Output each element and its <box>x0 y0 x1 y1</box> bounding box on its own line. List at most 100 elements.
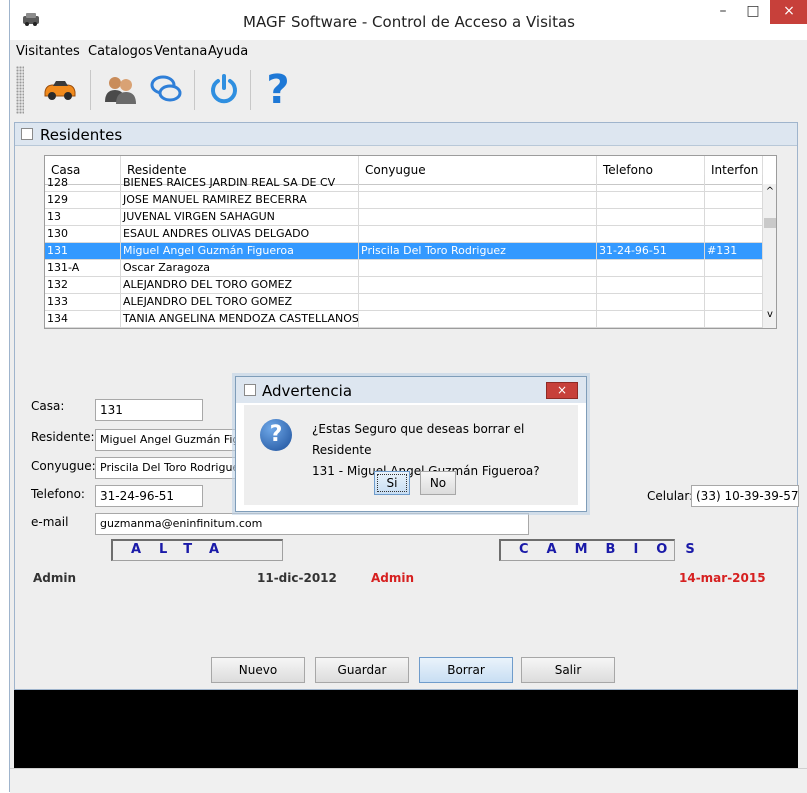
scroll-up-arrow[interactable]: ^ <box>763 184 776 198</box>
table-cell-casa[interactable]: 13 <box>45 209 121 225</box>
table-cell-casa[interactable]: 134 <box>45 311 121 327</box>
table-row[interactable]: 129 JOSE MANUEL RAMIREZ BECERRA <box>45 192 763 209</box>
borrar-button[interactable]: Borrar <box>419 657 513 683</box>
table-row[interactable]: 128 BIENES RAICES JARDIN REAL SA DE CV <box>45 175 763 192</box>
table-cell-casa[interactable]: 129 <box>45 192 121 208</box>
table-cell-interfon[interactable] <box>705 277 763 293</box>
table-cell-telefono[interactable] <box>597 209 705 225</box>
table-row[interactable]: 132 ALEJANDRO DEL TORO GOMEZ <box>45 277 763 294</box>
conyugue-field[interactable]: Priscila Del Toro Rodriguez <box>95 457 255 479</box>
table-row[interactable]: 131 Miguel Angel Guzmán Figueroa Priscila … <box>45 243 763 260</box>
telefono-field[interactable]: 31-24-96-51 <box>95 485 203 507</box>
table-cell-interfon[interactable] <box>705 209 763 225</box>
scroll-down-arrow[interactable]: v <box>763 308 776 322</box>
table-cell-interfon[interactable] <box>705 226 763 242</box>
table-cell-interfon[interactable]: #131 <box>705 243 763 259</box>
table-cell-residente[interactable]: Oscar Zaragoza <box>121 260 359 276</box>
table-cell-telefono[interactable]: 31-24-96-51 <box>597 243 705 259</box>
minimize-button[interactable]: – <box>708 0 738 24</box>
menu-visitantes[interactable]: Visitantes <box>16 44 80 59</box>
dialog-no-button[interactable]: No <box>420 471 456 495</box>
help-icon: ? <box>266 67 290 113</box>
table-cell-casa[interactable]: 130 <box>45 226 121 242</box>
dialog-yes-button[interactable]: Si <box>374 471 410 495</box>
dialog-titlebar: Advertencia × <box>236 377 586 403</box>
casa-label: Casa: <box>31 399 65 413</box>
dialog-body: ? ¿Estas Seguro que deseas borrar el Res… <box>244 405 578 505</box>
table-cell-telefono[interactable] <box>597 294 705 310</box>
table-cell-interfon[interactable] <box>705 192 763 208</box>
table-cell-residente[interactable]: ALEJANDRO DEL TORO GOMEZ <box>121 294 359 310</box>
table-cell-residente[interactable]: TANIA ANGELINA MENDOZA CASTELLANOS <box>121 311 359 327</box>
nuevo-button[interactable]: Nuevo <box>211 657 305 683</box>
table-cell-residente[interactable]: BIENES RAICES JARDIN REAL SA DE CV <box>121 175 359 191</box>
table-row[interactable]: 133 ALEJANDRO DEL TORO GOMEZ <box>45 294 763 311</box>
question-icon: ? <box>260 419 292 451</box>
car-icon <box>42 77 78 104</box>
table-cell-casa[interactable]: 133 <box>45 294 121 310</box>
table-cell-telefono[interactable] <box>597 277 705 293</box>
guardar-button[interactable]: Guardar <box>315 657 409 683</box>
advertencia-dialog: Advertencia × ? ¿Estas Seguro que deseas… <box>235 376 587 512</box>
table-cell-interfon[interactable] <box>705 260 763 276</box>
table-cell-casa[interactable]: 132 <box>45 277 121 293</box>
table-cell-casa[interactable]: 131 <box>45 243 121 259</box>
table-cell-conyugue[interactable] <box>359 311 597 327</box>
table-cell-conyugue[interactable] <box>359 175 597 191</box>
table-cell-conyugue[interactable] <box>359 277 597 293</box>
table-cell-interfon[interactable] <box>705 294 763 310</box>
table-cell-telefono[interactable] <box>597 260 705 276</box>
table-cell-conyugue[interactable] <box>359 192 597 208</box>
residentes-frame-title: Residentes <box>40 126 123 144</box>
table-row[interactable]: 130 ESAUL ANDRES OLIVAS DELGADO <box>45 226 763 243</box>
dialog-close-button[interactable]: × <box>546 382 578 399</box>
table-cell-casa[interactable]: 128 <box>45 175 121 191</box>
table-row[interactable]: 13 JUVENAL VIRGEN SAHAGUN <box>45 209 763 226</box>
table-cell-residente[interactable]: JUVENAL VIRGEN SAHAGUN <box>121 209 359 225</box>
casa-field[interactable]: 131 <box>95 399 203 421</box>
table-row[interactable]: 131-A Oscar Zaragoza <box>45 260 763 277</box>
residente-label: Residente: <box>31 430 95 444</box>
salir-button[interactable]: Salir <box>521 657 615 683</box>
table-cell-residente[interactable]: Miguel Angel Guzmán Figueroa <box>121 243 359 259</box>
conyugue-label: Conyugue: <box>31 459 96 473</box>
table-cell-residente[interactable]: JOSE MANUEL RAMIREZ BECERRA <box>121 192 359 208</box>
table-row[interactable]: 134 TANIA ANGELINA MENDOZA CASTELLANOS <box>45 311 763 328</box>
salir-toolbar-button[interactable] <box>202 68 246 112</box>
residentes-toolbar-button[interactable] <box>98 68 142 112</box>
cambios-date: 14-mar-2015 <box>679 571 766 585</box>
scroll-thumb[interactable] <box>764 218 776 228</box>
table-cell-conyugue[interactable]: Priscila Del Toro Rodriguez <box>359 243 597 259</box>
desktop-area <box>14 690 798 768</box>
menu-ventana[interactable]: Ventana <box>154 44 207 59</box>
table-cell-interfon[interactable] <box>705 311 763 327</box>
table-vertical-scrollbar[interactable]: ^ v <box>763 184 776 328</box>
table-cell-conyugue[interactable] <box>359 294 597 310</box>
table-cell-telefono[interactable] <box>597 175 705 191</box>
table-cell-conyugue[interactable] <box>359 260 597 276</box>
title-bar: MAGF Software - Control de Acceso a Visi… <box>10 0 807 40</box>
maximize-button[interactable]: □ <box>738 0 768 24</box>
email-field[interactable]: guzmanma@eninfinitum.com <box>95 513 529 535</box>
close-button[interactable]: × <box>770 0 807 24</box>
mensajes-toolbar-button[interactable] <box>144 68 188 112</box>
table-cell-telefono[interactable] <box>597 226 705 242</box>
dialog-message-line1: ¿Estas Seguro que deseas borrar el Resid… <box>312 422 525 457</box>
menu-catalogos[interactable]: Catalogos <box>88 44 153 59</box>
table-cell-telefono[interactable] <box>597 311 705 327</box>
visitantes-toolbar-button[interactable] <box>38 68 82 112</box>
residentes-table[interactable]: Casa Residente Conyugue Telefono Interfo… <box>44 155 777 329</box>
celular-field[interactable]: (33) 10-39-39-57 <box>691 485 799 507</box>
table-cell-interfon[interactable] <box>705 175 763 191</box>
ayuda-toolbar-button[interactable]: ? <box>256 68 300 112</box>
toolbar-grip[interactable] <box>16 66 24 114</box>
menu-bar: Visitantes Catalogos Ventana Ayuda <box>10 40 807 62</box>
table-cell-casa[interactable]: 131-A <box>45 260 121 276</box>
menu-ayuda[interactable]: Ayuda <box>208 44 248 59</box>
table-cell-conyugue[interactable] <box>359 209 597 225</box>
table-cell-residente[interactable]: ALEJANDRO DEL TORO GOMEZ <box>121 277 359 293</box>
table-cell-telefono[interactable] <box>597 192 705 208</box>
table-cell-residente[interactable]: ESAUL ANDRES OLIVAS DELGADO <box>121 226 359 242</box>
table-cell-conyugue[interactable] <box>359 226 597 242</box>
residente-field[interactable]: Miguel Angel Guzmán Figuer <box>95 429 255 451</box>
